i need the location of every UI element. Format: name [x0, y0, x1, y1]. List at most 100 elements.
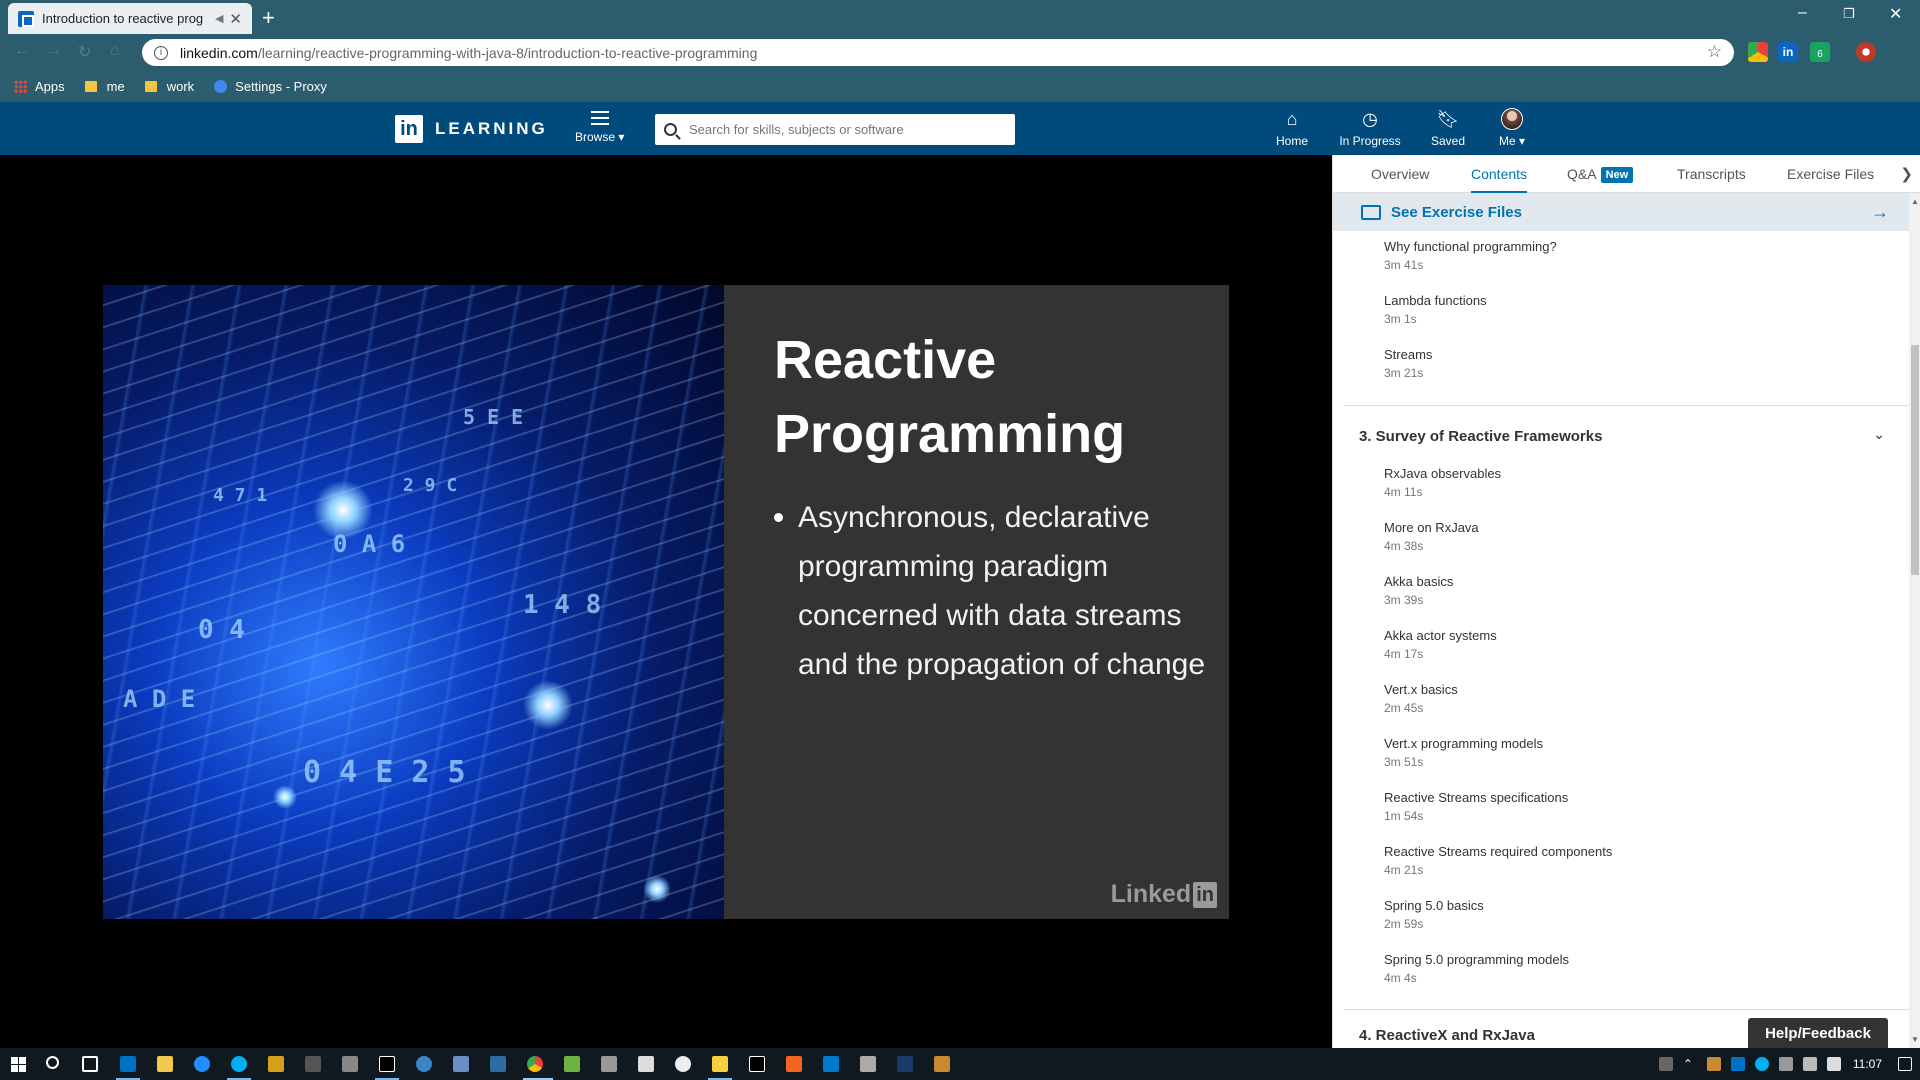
course-panel: Overview Contents Q&A New Transcripts Exe… — [1332, 155, 1920, 1048]
app-icon[interactable] — [860, 1056, 876, 1072]
search-box[interactable] — [655, 114, 1015, 145]
scroll-down-icon[interactable]: ▼ — [1911, 1035, 1919, 1044]
home-icon[interactable]: ⌂ — [110, 42, 120, 60]
list-item[interactable]: Akka actor systems 4m 17s — [1384, 628, 1497, 661]
list-item[interactable]: Lambda functions 3m 1s — [1384, 293, 1487, 326]
tab-qa[interactable]: Q&A New — [1567, 166, 1634, 183]
list-item[interactable]: Vert.x programming models 3m 51s — [1384, 736, 1543, 769]
linkedin-extension-icon[interactable]: in — [1778, 42, 1798, 62]
app-icon[interactable] — [786, 1056, 802, 1072]
help-feedback-button[interactable]: Help/Feedback — [1748, 1018, 1888, 1048]
power-icon[interactable] — [1778, 1057, 1793, 1071]
skype-icon[interactable] — [231, 1056, 247, 1072]
linkedin-learning-logo[interactable]: in LEARNING — [395, 115, 548, 143]
bookmark-apps[interactable]: Apps — [14, 79, 65, 94]
volume-icon[interactable] — [1826, 1057, 1841, 1071]
bookmark-work[interactable]: work — [144, 79, 194, 94]
section-title[interactable]: 3. Survey of Reactive Frameworks — [1359, 428, 1602, 445]
list-item[interactable]: Spring 5.0 programming models 4m 4s — [1384, 952, 1569, 985]
reload-icon[interactable]: ↻ — [78, 42, 91, 62]
extension-badge-icon[interactable]: 6 — [1810, 42, 1830, 62]
terminal-icon[interactable] — [305, 1056, 321, 1072]
scrollbar-thumb[interactable] — [1911, 345, 1919, 575]
minimize-icon[interactable]: – — [1798, 4, 1807, 22]
app-icon[interactable] — [268, 1056, 284, 1072]
outlook-tray-icon[interactable] — [1730, 1057, 1745, 1071]
app-icon[interactable] — [638, 1056, 654, 1072]
tab-close-icon[interactable]: ✕ — [229, 10, 242, 28]
app-icon[interactable] — [934, 1056, 950, 1072]
app-icon[interactable] — [342, 1056, 358, 1072]
list-item[interactable]: Reactive Streams required components 4m 2… — [1384, 844, 1612, 877]
list-item[interactable]: Streams 3m 21s — [1384, 347, 1432, 380]
chevron-up-icon[interactable]: ⌃ — [1683, 1057, 1697, 1071]
back-icon[interactable]: ← — [14, 42, 30, 60]
chevron-down-icon[interactable]: ⌄ — [1873, 426, 1885, 443]
browse-menu[interactable]: Browse ▾ — [575, 111, 624, 144]
app-icon[interactable] — [453, 1056, 469, 1072]
linkedin-learning-favicon-icon — [18, 10, 34, 27]
app-icon[interactable] — [490, 1056, 506, 1072]
extension-icon[interactable] — [1748, 42, 1768, 62]
browser-tab[interactable]: Introduction to reactive prog ◀ ✕ — [8, 3, 252, 34]
clock[interactable]: 11:07 — [1853, 1057, 1882, 1071]
list-item[interactable]: Reactive Streams specifications 1m 54s — [1384, 790, 1568, 823]
forward-icon[interactable]: → — [46, 42, 62, 60]
nav-home[interactable]: ⌂ Home — [1252, 108, 1332, 149]
task-view-icon[interactable] — [82, 1056, 98, 1072]
profile-avatar-icon[interactable] — [1856, 42, 1876, 62]
new-badge: New — [1600, 167, 1634, 183]
bookmark-me[interactable]: me — [84, 79, 125, 94]
windows-start-icon[interactable] — [11, 1057, 26, 1072]
address-bar[interactable]: i linkedin.com/learning/reactive-program… — [142, 39, 1734, 66]
internet-explorer-icon[interactable] — [194, 1056, 210, 1072]
app-icon[interactable] — [601, 1056, 617, 1072]
apps-icon — [14, 79, 27, 93]
video-player[interactable]: 0 4 0 A 6 1 4 8 5 E E 4 7 1 0 4 E 2 5 A … — [0, 155, 1332, 1048]
see-exercise-files-link[interactable]: See Exercise Files → — [1333, 193, 1909, 231]
app-icon[interactable] — [675, 1056, 691, 1072]
list-item[interactable]: Akka basics 3m 39s — [1384, 574, 1453, 607]
chrome-icon[interactable] — [527, 1056, 543, 1072]
tab-audio-icon[interactable]: ◀ — [215, 12, 223, 25]
notifications-icon[interactable] — [1898, 1057, 1912, 1071]
app-icon[interactable] — [897, 1056, 913, 1072]
window-close-icon[interactable]: ✕ — [1889, 4, 1902, 24]
app-icon[interactable] — [416, 1056, 432, 1072]
vscode-icon[interactable] — [823, 1056, 839, 1072]
nav-me[interactable]: Me ▾ — [1472, 108, 1552, 148]
search-icon[interactable] — [46, 1056, 59, 1069]
intellij-icon[interactable] — [379, 1056, 395, 1072]
skype-tray-icon[interactable] — [1754, 1057, 1769, 1071]
bookmark-settings-proxy[interactable]: Settings - Proxy — [214, 79, 327, 94]
intellij-icon[interactable] — [749, 1056, 765, 1072]
file-explorer-icon[interactable] — [157, 1056, 173, 1072]
tab-overview[interactable]: Overview — [1371, 166, 1429, 182]
scroll-up-icon[interactable]: ▲ — [1911, 197, 1919, 206]
list-item[interactable]: Vert.x basics 2m 45s — [1384, 682, 1458, 715]
app-icon[interactable] — [564, 1056, 580, 1072]
people-icon[interactable] — [1658, 1057, 1673, 1071]
folder-icon — [144, 80, 157, 92]
tray-app-icon[interactable] — [1706, 1057, 1721, 1071]
search-input[interactable] — [689, 122, 1006, 137]
list-item[interactable]: Why functional programming? 3m 41s — [1384, 239, 1557, 272]
site-info-icon[interactable]: i — [154, 45, 168, 60]
network-icon[interactable] — [1802, 1057, 1817, 1071]
arrow-right-icon: → — [1871, 201, 1889, 222]
section-title[interactable]: 4. ReactiveX and RxJava — [1359, 1027, 1535, 1044]
tab-contents[interactable]: Contents — [1471, 166, 1528, 193]
nav-in-progress[interactable]: ◷ In Progress — [1330, 108, 1410, 149]
bookmark-star-icon[interactable]: ☆ — [1707, 42, 1722, 62]
tab-transcripts[interactable]: Transcripts — [1677, 166, 1746, 182]
list-item[interactable]: RxJava observables 4m 11s — [1384, 466, 1501, 499]
new-tab-button[interactable]: + — [262, 5, 275, 31]
tab-exercise-files[interactable]: Exercise Files — [1787, 166, 1874, 182]
outlook-icon[interactable] — [120, 1056, 136, 1072]
scrollbar[interactable]: ▲ ▼ — [1909, 193, 1920, 1048]
restore-icon[interactable]: ❐ — [1843, 6, 1855, 22]
list-item[interactable]: More on RxJava 4m 38s — [1384, 520, 1479, 553]
sticky-notes-icon[interactable] — [712, 1056, 728, 1072]
list-item[interactable]: Spring 5.0 basics 2m 59s — [1384, 898, 1484, 931]
chevron-right-icon[interactable]: ❯ — [1900, 165, 1913, 183]
